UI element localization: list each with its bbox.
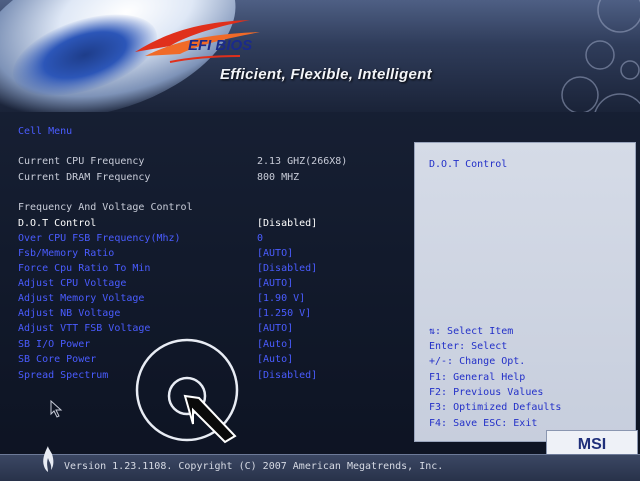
version-text: Version 1.23.1108. Copyright (C) 2007 Am… bbox=[64, 461, 444, 472]
setting-label[interactable]: Force Cpu Ratio To Min bbox=[18, 263, 150, 274]
key-hint-optimized-defaults: F3: Optimized Defaults bbox=[429, 402, 562, 413]
setting-label[interactable]: D.O.T Control bbox=[18, 218, 96, 229]
row-fsb-memory-ratio[interactable]: Fsb/Memory Ratio [AUTO] bbox=[18, 248, 408, 263]
help-title: D.O.T Control bbox=[429, 159, 508, 170]
setting-label[interactable]: Adjust NB Voltage bbox=[18, 308, 120, 319]
setting-label: Current CPU Frequency bbox=[18, 156, 145, 167]
key-hint-select-item: ⇅: Select Item bbox=[429, 326, 514, 337]
setting-label[interactable]: Adjust CPU Voltage bbox=[18, 278, 126, 289]
help-panel: D.O.T Control ⇅: Select Item Enter: Sele… bbox=[414, 142, 636, 442]
setting-value[interactable]: 0 bbox=[257, 233, 263, 244]
row-adjust-nb-voltage[interactable]: Adjust NB Voltage [1.250 V] bbox=[18, 308, 408, 323]
efi-bios-logo: EFI BIOS bbox=[135, 20, 260, 63]
setting-value[interactable]: [AUTO] bbox=[257, 323, 293, 334]
row-dot-control[interactable]: D.O.T Control [Disabled] bbox=[18, 218, 408, 233]
row-force-cpu-ratio[interactable]: Force Cpu Ratio To Min [Disabled] bbox=[18, 263, 408, 278]
footer-bar: Version 1.23.1108. Copyright (C) 2007 Am… bbox=[0, 454, 640, 481]
click-target-indicator bbox=[135, 338, 239, 444]
key-hint-save-exit: F4: Save ESC: Exit bbox=[429, 418, 538, 429]
decorative-circles bbox=[561, 0, 640, 112]
section-heading: Frequency And Voltage Control bbox=[18, 202, 193, 213]
setting-value[interactable]: [Disabled] bbox=[257, 370, 317, 381]
logo-text: EFI BIOS bbox=[188, 37, 252, 54]
setting-label[interactable]: Spread Spectrum bbox=[18, 370, 108, 381]
tagline: Efficient, Flexible, Intelligent bbox=[220, 66, 432, 83]
setting-value: 2.13 GHZ(266X8) bbox=[257, 156, 348, 167]
setting-value[interactable]: [Disabled] bbox=[257, 218, 317, 229]
setting-value: 800 MHZ bbox=[257, 172, 300, 183]
key-hint-change-option: +/-: Change Opt. bbox=[429, 356, 526, 367]
setting-label[interactable]: Adjust VTT FSB Voltage bbox=[18, 323, 150, 334]
setting-label[interactable]: Fsb/Memory Ratio bbox=[18, 248, 114, 259]
breadcrumb[interactable]: Cell Menu bbox=[18, 126, 72, 137]
setting-value[interactable]: [1.90 V] bbox=[257, 293, 305, 304]
setting-value[interactable]: [Auto] bbox=[257, 339, 293, 350]
setting-value[interactable]: [AUTO] bbox=[257, 278, 293, 289]
section-heading-frequency-voltage: Frequency And Voltage Control bbox=[18, 202, 408, 217]
msi-logo-text: MSI bbox=[577, 436, 607, 453]
setting-value[interactable]: [1.250 V] bbox=[257, 308, 311, 319]
setting-label[interactable]: SB Core Power bbox=[18, 354, 96, 365]
setting-label[interactable]: SB I/O Power bbox=[18, 339, 90, 350]
setting-value[interactable]: [Disabled] bbox=[257, 263, 317, 274]
row-current-dram-frequency: Current DRAM Frequency 800 MHZ bbox=[18, 172, 408, 187]
key-hint-general-help: F1: General Help bbox=[429, 372, 526, 383]
setting-label[interactable]: Over CPU FSB Frequency(Mhz) bbox=[18, 233, 181, 244]
setting-label[interactable]: Adjust Memory Voltage bbox=[18, 293, 144, 304]
row-adjust-cpu-voltage[interactable]: Adjust CPU Voltage [AUTO] bbox=[18, 278, 408, 293]
flame-icon bbox=[43, 446, 54, 472]
key-hint-previous-values: F2: Previous Values bbox=[429, 387, 544, 398]
setting-value[interactable]: [AUTO] bbox=[257, 248, 293, 259]
setting-value[interactable]: [Auto] bbox=[257, 354, 293, 365]
row-adjust-memory-voltage[interactable]: Adjust Memory Voltage [1.90 V] bbox=[18, 293, 408, 308]
row-over-cpu-fsb-frequency[interactable]: Over CPU FSB Frequency(Mhz) 0 bbox=[18, 233, 408, 248]
key-hint-enter: Enter: Select bbox=[429, 341, 508, 352]
setting-label: Current DRAM Frequency bbox=[18, 172, 151, 183]
mouse-pointer-icon bbox=[50, 400, 63, 418]
row-adjust-vtt-fsb-voltage[interactable]: Adjust VTT FSB Voltage [AUTO] bbox=[18, 323, 408, 338]
bios-header: EFI BIOS Efficient, Flexible, Intelligen… bbox=[0, 0, 640, 112]
row-current-cpu-frequency: Current CPU Frequency 2.13 GHZ(266X8) bbox=[18, 156, 408, 171]
